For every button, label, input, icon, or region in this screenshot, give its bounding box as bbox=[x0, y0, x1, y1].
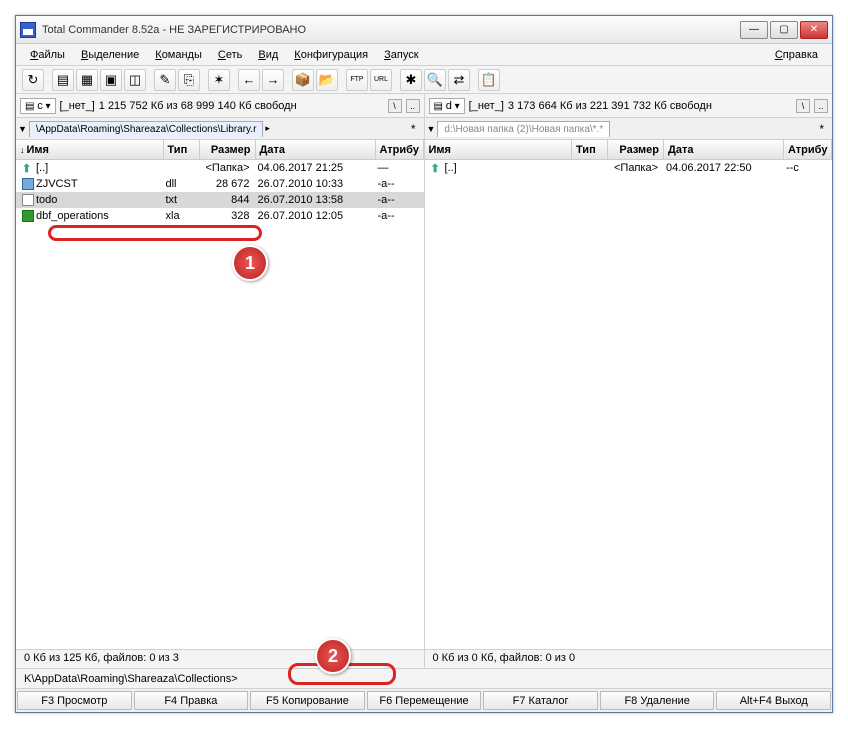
right-drive-combo[interactable]: ▤ d ▾ bbox=[429, 98, 465, 114]
left-col-date[interactable]: Дата bbox=[256, 140, 376, 159]
ftp-icon[interactable]: FTP bbox=[346, 69, 368, 91]
toolbar: ↻ ▤ ▦ ▣ ◫ ✎ ⎘ ✶ ← → 📦 📂 FTP URL ✱ 🔍 ⇄ 📋 bbox=[16, 66, 832, 94]
close-button[interactable]: ✕ bbox=[800, 21, 828, 39]
view-thumbs-icon[interactable]: ◫ bbox=[124, 69, 146, 91]
f4-edit-button[interactable]: F4 Правка bbox=[134, 691, 249, 710]
command-line[interactable]: K\AppData\Roaming\Shareaza\Collections> bbox=[16, 668, 832, 688]
url-icon[interactable]: URL bbox=[370, 69, 392, 91]
menu-config[interactable]: Конфигурация bbox=[286, 47, 376, 63]
f8-delete-button[interactable]: F8 Удаление bbox=[600, 691, 715, 710]
f5-copy-button[interactable]: F5 Копирование bbox=[250, 691, 365, 710]
menu-commands[interactable]: Команды bbox=[147, 47, 210, 63]
unpack-icon[interactable]: 📂 bbox=[316, 69, 338, 91]
annotation-badge-2: 2 bbox=[315, 638, 351, 674]
menu-selection[interactable]: Выделение bbox=[73, 47, 147, 63]
status-bar: 0 Кб из 125 Кб, файлов: 0 из 3 0 Кб из 0… bbox=[16, 650, 832, 668]
invert-icon[interactable]: ✶ bbox=[208, 69, 230, 91]
right-file-list[interactable]: ⬆[..]<Папка>04.06.2017 22:50--с bbox=[425, 160, 833, 649]
forward-icon[interactable]: → bbox=[262, 69, 284, 91]
multirename-icon[interactable]: ✱ bbox=[400, 69, 422, 91]
menubar: Файлы Выделение Команды Сеть Вид Конфигу… bbox=[16, 44, 832, 66]
view-tree-icon[interactable]: ▣ bbox=[100, 69, 122, 91]
app-icon bbox=[20, 22, 36, 38]
left-up-button[interactable]: .. bbox=[406, 99, 420, 113]
f6-move-button[interactable]: F6 Перемещение bbox=[367, 691, 482, 710]
left-root-button[interactable]: \ bbox=[388, 99, 402, 113]
menu-net[interactable]: Сеть bbox=[210, 47, 250, 63]
file-row[interactable]: ⬆[..]<Папка>04.06.2017 22:50--с bbox=[425, 160, 833, 176]
file-row[interactable]: dbf_operationsxla32826.07.2010 12:05-a-- bbox=[16, 208, 424, 224]
pack-icon[interactable]: 📦 bbox=[292, 69, 314, 91]
left-drive-space: 1 215 752 Кб из 68 999 140 Кб свободн bbox=[99, 100, 297, 112]
annotation-badge-1: 1 bbox=[232, 245, 268, 281]
right-root-button[interactable]: \ bbox=[796, 99, 810, 113]
altf4-exit-button[interactable]: Alt+F4 Выход bbox=[716, 691, 831, 710]
right-tab[interactable]: d:\Новая папка (2)\Новая папка\*.* bbox=[437, 121, 610, 137]
refresh-icon[interactable]: ↻ bbox=[22, 69, 44, 91]
file-row[interactable]: ⬆[..]<Папка>04.06.2017 21:25— bbox=[16, 160, 424, 176]
search-icon[interactable]: 🔍 bbox=[424, 69, 446, 91]
drive-bar: ▤ c ▾ [_нет_] 1 215 752 Кб из 68 999 140… bbox=[16, 94, 832, 118]
right-pane: Имя Тип Размер Дата Атрибу ⬆[..]<Папка>0… bbox=[424, 140, 833, 649]
right-favorites-button[interactable]: * bbox=[813, 122, 830, 136]
right-col-ext[interactable]: Тип bbox=[572, 140, 608, 159]
back-icon[interactable]: ← bbox=[238, 69, 260, 91]
left-status: 0 Кб из 125 Кб, файлов: 0 из 3 bbox=[16, 650, 424, 668]
tab-bar: ▼ \AppData\Roaming\Shareaza\Collections\… bbox=[16, 118, 832, 140]
right-up-button[interactable]: .. bbox=[814, 99, 828, 113]
right-drive-label: [_нет_] bbox=[469, 100, 504, 112]
menu-help[interactable]: Справка bbox=[767, 47, 826, 63]
menu-view[interactable]: Вид bbox=[250, 47, 286, 63]
left-tab[interactable]: \AppData\Roaming\Shareaza\Collections\Li… bbox=[29, 121, 263, 137]
f3-view-button[interactable]: F3 Просмотр bbox=[17, 691, 132, 710]
f7-mkdir-button[interactable]: F7 Каталог bbox=[483, 691, 598, 710]
copy-icon[interactable]: ⎘ bbox=[178, 69, 200, 91]
left-pane: ↓Имя Тип Размер Дата Атрибу ⬆[..]<Папка>… bbox=[16, 140, 424, 649]
menu-start[interactable]: Запуск bbox=[376, 47, 426, 63]
function-bar: F3 Просмотр F4 Правка F5 Копирование F6 … bbox=[16, 688, 832, 712]
right-col-name[interactable]: Имя bbox=[425, 140, 573, 159]
left-col-ext[interactable]: Тип bbox=[164, 140, 200, 159]
command-prompt: K\AppData\Roaming\Shareaza\Collections> bbox=[24, 673, 238, 685]
right-col-size[interactable]: Размер bbox=[608, 140, 664, 159]
titlebar: Total Commander 8.52a - НЕ ЗАРЕГИСТРИРОВ… bbox=[16, 16, 832, 44]
window-title: Total Commander 8.52a - НЕ ЗАРЕГИСТРИРОВ… bbox=[42, 24, 740, 36]
notepad-icon[interactable]: 📋 bbox=[478, 69, 500, 91]
view-list-icon[interactable]: ▤ bbox=[52, 69, 74, 91]
view-brief-icon[interactable]: ▦ bbox=[76, 69, 98, 91]
left-col-attr[interactable]: Атрибу bbox=[376, 140, 424, 159]
edit-icon[interactable]: ✎ bbox=[154, 69, 176, 91]
left-col-size[interactable]: Размер bbox=[200, 140, 256, 159]
sync-icon[interactable]: ⇄ bbox=[448, 69, 470, 91]
left-drive-combo[interactable]: ▤ c ▾ bbox=[20, 98, 56, 114]
file-row[interactable]: todotxt84426.07.2010 13:58-a-- bbox=[16, 192, 424, 208]
menu-files[interactable]: Файлы bbox=[22, 47, 73, 63]
left-col-name[interactable]: ↓Имя bbox=[16, 140, 164, 159]
minimize-button[interactable]: — bbox=[740, 21, 768, 39]
left-drive-label: [_нет_] bbox=[60, 100, 95, 112]
left-favorites-button[interactable]: * bbox=[405, 122, 422, 136]
right-col-attr[interactable]: Атрибу bbox=[784, 140, 832, 159]
right-drive-space: 3 173 664 Кб из 221 391 732 Кб свободн bbox=[508, 100, 712, 112]
right-col-date[interactable]: Дата bbox=[664, 140, 784, 159]
maximize-button[interactable]: ▢ bbox=[770, 21, 798, 39]
file-row[interactable]: ZJVCSTdll28 67226.07.2010 10:33-a-- bbox=[16, 176, 424, 192]
right-status: 0 Кб из 0 Кб, файлов: 0 из 0 bbox=[424, 650, 833, 668]
left-file-list[interactable]: ⬆[..]<Папка>04.06.2017 21:25—ZJVCSTdll28… bbox=[16, 160, 424, 649]
